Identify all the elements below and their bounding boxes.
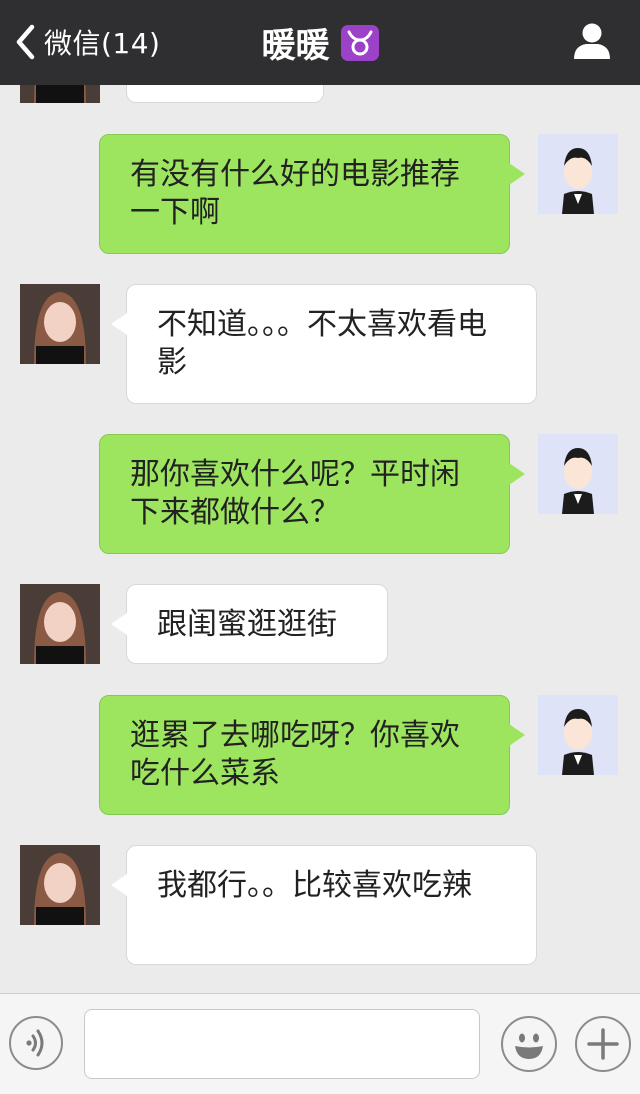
- contact-avatar[interactable]: [20, 584, 100, 664]
- message-bubble-outgoing[interactable]: 那你喜欢什么呢？平时闲下来都做什么？: [99, 434, 525, 554]
- taurus-icon: [340, 24, 379, 61]
- message-bubble-incoming[interactable]: 我都行。。比较喜欢吃辣: [111, 845, 537, 965]
- profile-button[interactable]: [572, 22, 612, 64]
- title-area: 暖暖: [0, 18, 640, 67]
- message-bubble-incoming[interactable]: 跟闺蜜逛逛街: [111, 584, 388, 664]
- message-text: 跟闺蜜逛逛街: [157, 607, 337, 642]
- message-bubble-incoming[interactable]: 不知道。。。不太喜欢看电影: [111, 284, 537, 404]
- person-icon: [574, 23, 610, 59]
- voice-button[interactable]: [9, 1016, 63, 1070]
- chat-header: 微信(14) 暖暖: [0, 0, 640, 85]
- emoji-button[interactable]: [501, 1016, 557, 1072]
- message-list[interactable]: 有没有什么好的电影推荐一下啊 不知道。。。不太喜欢看电影 那你喜欢什么呢？平时闲…: [0, 85, 640, 993]
- message-text: 我都行。。比较喜欢吃辣: [157, 868, 472, 903]
- message-text: 不知道。。。不太喜欢看电影: [157, 307, 487, 380]
- chat-title: 暖暖: [261, 26, 330, 66]
- message-text: 逛累了去哪吃呀？你喜欢吃什么菜系: [130, 718, 460, 791]
- smiley-icon: [515, 1033, 543, 1059]
- plus-icon: [587, 1028, 619, 1060]
- my-avatar[interactable]: [538, 134, 618, 214]
- my-avatar[interactable]: [538, 434, 618, 514]
- message-bubble-outgoing[interactable]: 逛累了去哪吃呀？你喜欢吃什么菜系: [99, 695, 525, 815]
- message-input[interactable]: [84, 1009, 480, 1079]
- input-bar: [0, 993, 640, 1094]
- contact-avatar[interactable]: [20, 845, 100, 925]
- message-bubble-incoming[interactable]: [126, 85, 324, 103]
- my-avatar[interactable]: [538, 695, 618, 775]
- contact-avatar[interactable]: [20, 284, 100, 364]
- message-bubble-outgoing[interactable]: 有没有什么好的电影推荐一下啊: [99, 134, 525, 254]
- more-button[interactable]: [575, 1016, 631, 1072]
- voice-icon: [26, 1029, 44, 1057]
- contact-avatar[interactable]: [20, 85, 100, 103]
- message-text: 有没有什么好的电影推荐一下啊: [130, 157, 460, 230]
- message-text: 那你喜欢什么呢？平时闲下来都做什么？: [130, 457, 460, 530]
